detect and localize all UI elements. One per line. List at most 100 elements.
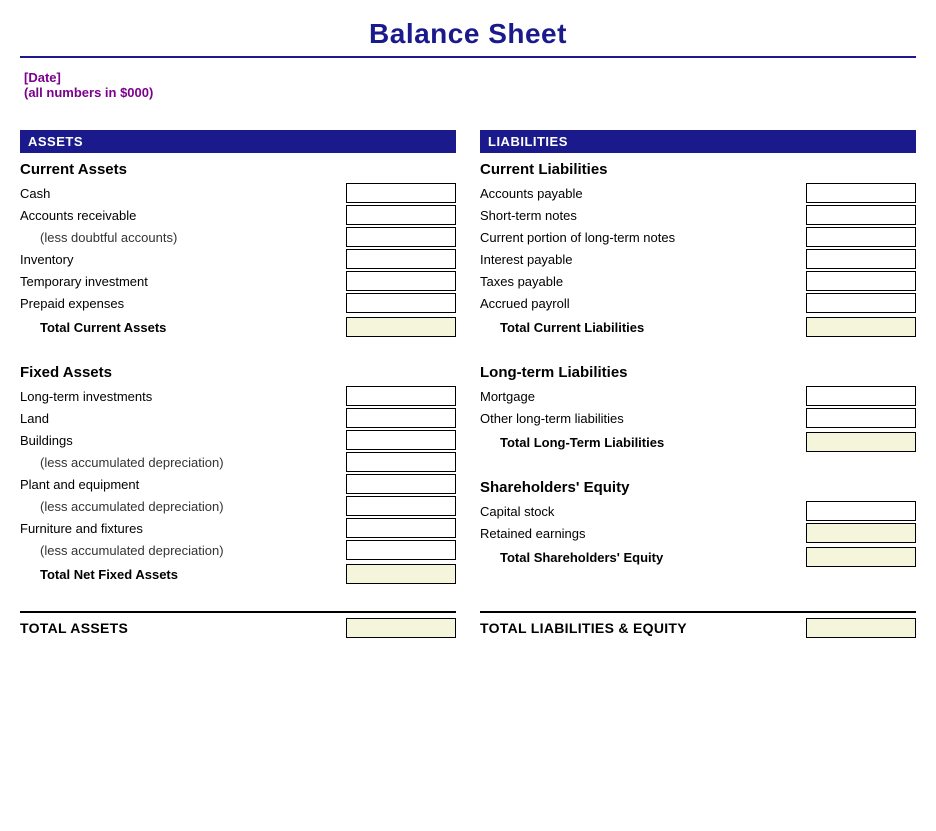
total-current-assets-label: Total Current Assets [20,320,166,335]
buildings-input[interactable] [346,430,456,450]
accounts-payable-input[interactable] [806,183,916,203]
less-accum-depr-plant-input[interactable] [346,496,456,516]
current-assets-title: Current Assets [20,161,456,178]
total-current-assets-input[interactable] [346,317,456,337]
less-accum-depr-furniture-input[interactable] [346,540,456,560]
accrued-payroll-row: Accrued payroll [480,292,916,314]
temporary-investment-row: Temporary investment [20,270,456,292]
interest-payable-label: Interest payable [480,252,806,267]
buildings-label: Buildings [20,433,346,448]
total-long-term-liabilities-input[interactable] [806,432,916,452]
capital-stock-label: Capital stock [480,504,806,519]
total-long-term-liabilities-label: Total Long-Term Liabilities [480,435,664,450]
other-long-term-label: Other long-term liabilities [480,411,806,426]
accounts-payable-label: Accounts payable [480,186,806,201]
other-long-term-row: Other long-term liabilities [480,407,916,429]
short-term-notes-row: Short-term notes [480,204,916,226]
fixed-assets-title: Fixed Assets [20,364,456,381]
inventory-input[interactable] [346,249,456,269]
current-portion-long-term-input[interactable] [806,227,916,247]
accounts-receivable-input[interactable] [346,205,456,225]
current-portion-long-term-label: Current portion of long-term notes [480,230,806,245]
inventory-row: Inventory [20,248,456,270]
current-portion-long-term-row: Current portion of long-term notes [480,226,916,248]
other-long-term-input[interactable] [806,408,916,428]
less-doubtful-row: (less doubtful accounts) [20,226,456,248]
retained-earnings-row: Retained earnings [480,522,916,544]
long-term-investments-input[interactable] [346,386,456,406]
total-net-fixed-assets-row: Total Net Fixed Assets [20,561,456,587]
furniture-fixtures-input[interactable] [346,518,456,538]
less-accum-depr-buildings-row: (less accumulated depreciation) [20,451,456,473]
cash-row: Cash [20,182,456,204]
interest-payable-input[interactable] [806,249,916,269]
assets-column: ASSETS Current Assets Cash Accounts rece… [20,130,464,587]
unit-label: (all numbers in $000) [24,85,916,100]
grand-totals-section: TOTAL ASSETS TOTAL LIABILITIES & EQUITY [20,611,916,639]
accrued-payroll-input[interactable] [806,293,916,313]
meta-section: [Date] (all numbers in $000) [20,66,916,100]
temporary-investment-input[interactable] [346,271,456,291]
buildings-row: Buildings [20,429,456,451]
total-current-assets-row: Total Current Assets [20,314,456,340]
total-liabilities-equity-col: TOTAL LIABILITIES & EQUITY [464,611,916,639]
less-accum-depr-furniture-row: (less accumulated depreciation) [20,539,456,561]
total-assets-col: TOTAL ASSETS [20,611,464,639]
plant-equipment-input[interactable] [346,474,456,494]
short-term-notes-label: Short-term notes [480,208,806,223]
total-long-term-liabilities-row: Total Long-Term Liabilities [480,429,916,455]
main-columns: ASSETS Current Assets Cash Accounts rece… [20,130,916,587]
accounts-receivable-row: Accounts receivable [20,204,456,226]
retained-earnings-input[interactable] [806,523,916,543]
less-accum-depr-buildings-input[interactable] [346,452,456,472]
cash-label: Cash [20,186,346,201]
total-assets-row: TOTAL ASSETS [20,611,456,639]
accounts-payable-row: Accounts payable [480,182,916,204]
furniture-fixtures-row: Furniture and fixtures [20,517,456,539]
less-doubtful-label: (less doubtful accounts) [20,230,346,245]
long-term-investments-row: Long-term investments [20,385,456,407]
total-current-liabilities-label: Total Current Liabilities [480,320,644,335]
plant-equipment-label: Plant and equipment [20,477,346,492]
page-title: Balance Sheet [20,18,916,58]
taxes-payable-input[interactable] [806,271,916,291]
inventory-label: Inventory [20,252,346,267]
less-accum-depr-buildings-label: (less accumulated depreciation) [20,455,346,470]
mortgage-row: Mortgage [480,385,916,407]
total-shareholders-equity-input[interactable] [806,547,916,567]
plant-equipment-row: Plant and equipment [20,473,456,495]
taxes-payable-label: Taxes payable [480,274,806,289]
total-current-liabilities-row: Total Current Liabilities [480,314,916,340]
total-net-fixed-assets-label: Total Net Fixed Assets [20,567,178,582]
mortgage-label: Mortgage [480,389,806,404]
capital-stock-input[interactable] [806,501,916,521]
land-input[interactable] [346,408,456,428]
total-liabilities-equity-label: TOTAL LIABILITIES & EQUITY [480,620,687,636]
less-accum-depr-plant-row: (less accumulated depreciation) [20,495,456,517]
taxes-payable-row: Taxes payable [480,270,916,292]
prepaid-expenses-label: Prepaid expenses [20,296,346,311]
page: Balance Sheet [Date] (all numbers in $00… [0,0,936,831]
total-assets-input[interactable] [346,618,456,638]
land-row: Land [20,407,456,429]
retained-earnings-label: Retained earnings [480,526,806,541]
mortgage-input[interactable] [806,386,916,406]
shareholders-equity-title: Shareholders' Equity [480,479,916,496]
less-doubtful-input[interactable] [346,227,456,247]
total-shareholders-equity-label: Total Shareholders' Equity [480,550,663,565]
interest-payable-row: Interest payable [480,248,916,270]
temporary-investment-label: Temporary investment [20,274,346,289]
short-term-notes-input[interactable] [806,205,916,225]
total-liabilities-equity-row: TOTAL LIABILITIES & EQUITY [480,611,916,639]
less-accum-depr-furniture-label: (less accumulated depreciation) [20,543,346,558]
prepaid-expenses-row: Prepaid expenses [20,292,456,314]
cash-input[interactable] [346,183,456,203]
total-current-liabilities-input[interactable] [806,317,916,337]
long-term-liabilities-title: Long-term Liabilities [480,364,916,381]
total-liabilities-equity-input[interactable] [806,618,916,638]
prepaid-expenses-input[interactable] [346,293,456,313]
land-label: Land [20,411,346,426]
capital-stock-row: Capital stock [480,500,916,522]
total-net-fixed-assets-input[interactable] [346,564,456,584]
less-accum-depr-plant-label: (less accumulated depreciation) [20,499,346,514]
